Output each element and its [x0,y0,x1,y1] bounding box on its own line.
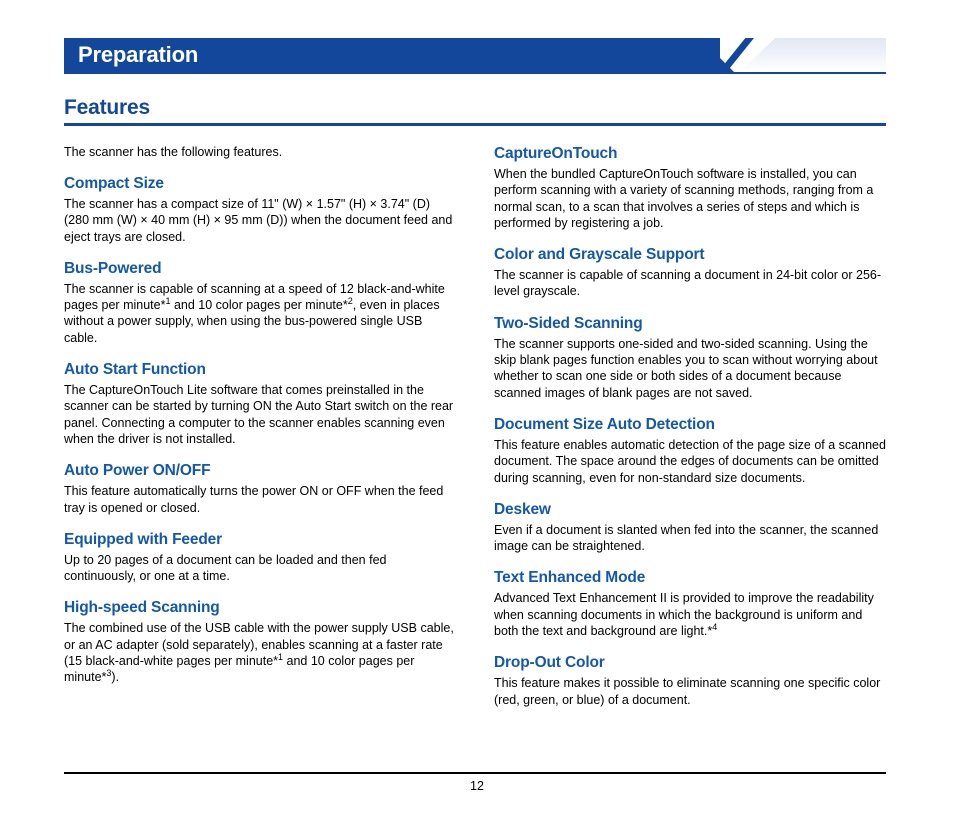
body-text-enhanced-mode: Advanced Text Enhancement II is provided… [494,590,886,639]
body-bus-powered-part2: and 10 color pages per minute [170,298,343,313]
page-title-underline [64,123,886,126]
heading-drop-out-color: Drop-Out Color [494,654,605,672]
heading-color-and-grayscale-support: Color and Grayscale Support [494,246,705,264]
footer-rule [64,772,886,774]
body-bus-powered: The scanner is capable of scanning at a … [64,281,456,346]
banner-bottom-rule [64,72,886,74]
body-equipped-with-feeder: Up to 20 pages of a document can be load… [64,552,387,584]
heading-two-sided-scanning: Two-Sided Scanning [494,314,643,332]
body-auto-start-function: The CaptureOnTouch Lite software that co… [64,383,454,446]
heading-captureontouch: CaptureOnTouch [494,145,618,162]
body-deskew: Even if a document is slanted when fed i… [494,522,879,554]
page-number: 12 [470,779,484,793]
left-column: The scanner has the following features. … [64,144,456,686]
body-captureontouch: When the bundled CaptureOnTouch software… [494,167,874,230]
heading-deskew: Deskew [494,500,551,518]
body-document-size-auto-detection: This feature enables automatic detection… [494,437,886,485]
page-title: Features [64,96,150,119]
footnote-ref-4: 4 [712,621,718,632]
body-text-enhanced-part1: Advanced Text Enhancement II is provided… [494,591,874,639]
right-column: CaptureOnTouch When the bundled CaptureO… [494,144,886,708]
document-page: Preparation Features The scanner has the… [0,0,954,818]
page-title-block: Features [64,96,886,120]
heading-equipped-with-feeder: Equipped with Feeder [64,530,223,548]
body-two-sided-scanning: The scanner supports one-sided and two-s… [494,336,878,400]
body-color-and-grayscale-support: The scanner is capable of scanning a doc… [494,268,882,299]
body-drop-out-color: This feature makes it possible to elimin… [494,676,881,707]
heading-auto-power-on-off: Auto Power ON/OFF [64,462,211,480]
body-high-speed-scanning: The combined use of the USB cable with t… [64,620,456,685]
body-auto-power-on-off: This feature automatically turns the pow… [64,484,444,515]
heading-text-enhanced-mode: Text Enhanced Mode [494,569,646,587]
heading-high-speed-scanning: High-speed Scanning [64,599,220,617]
chapter-title: Preparation [78,42,199,67]
heading-compact-size: Compact Size [64,175,164,192]
intro-paragraph: The scanner has the following features. [64,145,283,159]
banner-gradient-tail [740,38,886,72]
heading-document-size-auto-detection: Document Size Auto Detection [494,415,715,433]
heading-auto-start-function: Auto Start Function [64,361,206,379]
body-compact-size: The scanner has a compact size of 11" (W… [64,197,453,244]
heading-bus-powered: Bus-Powered [64,259,162,277]
body-high-speed-part3: ). [111,670,120,685]
chapter-banner: Preparation [64,38,886,74]
